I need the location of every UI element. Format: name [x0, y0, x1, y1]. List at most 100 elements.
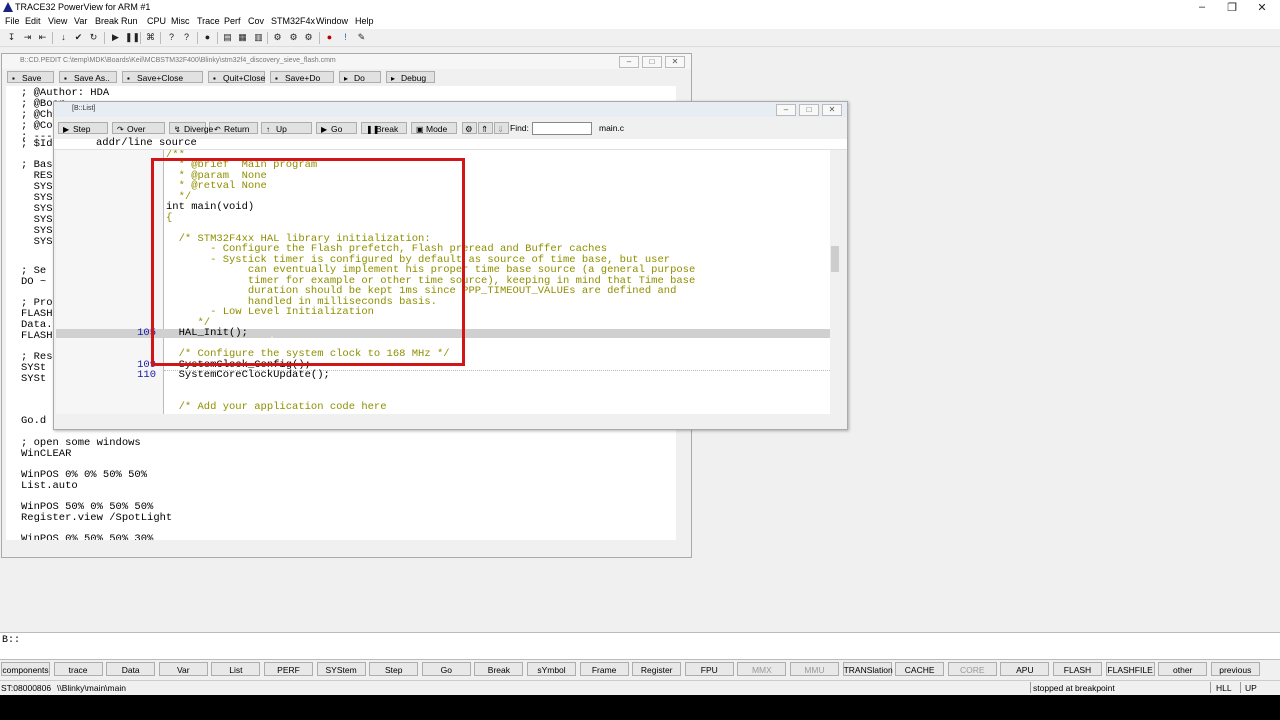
- minimize-icon[interactable]: –: [1192, 1, 1212, 13]
- softkey-symbol[interactable]: sYmbol: [527, 662, 576, 676]
- list-settings-icon[interactable]: ⚙: [462, 122, 477, 134]
- step-into-icon[interactable]: ↧: [6, 32, 17, 43]
- status-separator: [1030, 682, 1031, 693]
- softkey-register[interactable]: Register: [632, 662, 682, 676]
- help-context-icon[interactable]: ?: [181, 32, 192, 43]
- menu-window[interactable]: Window: [316, 16, 348, 26]
- list-minimize-icon[interactable]: –: [776, 104, 796, 116]
- softkey-previous[interactable]: previous: [1210, 662, 1260, 676]
- list-diverge-button[interactable]: ↯ Diverge: [169, 122, 213, 134]
- button-label: Break: [376, 124, 399, 134]
- line-number[interactable]: 110: [56, 370, 156, 381]
- edit-save-button[interactable]: ▪ Save: [7, 71, 54, 83]
- list-go-button[interactable]: ▶ Go: [316, 122, 357, 134]
- edit-save-as-button[interactable]: ▪ Save As..: [59, 71, 117, 83]
- find-input[interactable]: [532, 122, 592, 135]
- menu-edit[interactable]: Edit: [25, 16, 41, 26]
- line-number[interactable]: 105: [56, 328, 156, 339]
- step-over-icon[interactable]: ⇥: [22, 32, 33, 43]
- command-line[interactable]: B::: [0, 632, 1280, 660]
- softkey-apu[interactable]: APU: [1000, 662, 1050, 676]
- edit-debug-button[interactable]: ▸ Debug: [386, 71, 435, 83]
- menu-cov[interactable]: Cov: [248, 16, 264, 26]
- menu-var[interactable]: Var: [74, 16, 87, 26]
- softkey-cache[interactable]: CACHE: [895, 662, 945, 676]
- softkey-flashfile[interactable]: FLASHFILE: [1105, 662, 1155, 676]
- softkey-components[interactable]: components: [1, 662, 50, 676]
- help-icon[interactable]: ?: [166, 32, 177, 43]
- softkey-break[interactable]: Break: [474, 662, 524, 676]
- softkey-other[interactable]: other: [1158, 662, 1208, 676]
- list-step-button[interactable]: ▶ Step: [58, 122, 108, 134]
- debug-icon[interactable]: ⌘: [145, 32, 156, 43]
- source-line[interactable]: SystemCoreClockUpdate();: [166, 370, 330, 381]
- restore-icon[interactable]: ❐: [1222, 1, 1242, 14]
- softkey-translation[interactable]: TRANSlation: [842, 662, 893, 676]
- list-hscrollbar[interactable]: [162, 415, 830, 423]
- menu-break[interactable]: Break: [95, 16, 119, 26]
- break-icon[interactable]: ❚❚: [125, 32, 140, 43]
- pedit-hscrollbar[interactable]: [6, 541, 676, 549]
- bulb-icon[interactable]: !: [340, 32, 351, 43]
- softkey-go[interactable]: Go: [421, 662, 471, 676]
- list-titlebar[interactable]: [B::List] – □ ✕: [54, 102, 847, 117]
- menu-help[interactable]: Help: [355, 16, 374, 26]
- menu-run[interactable]: Run: [121, 16, 138, 26]
- menu-misc[interactable]: Misc: [171, 16, 190, 26]
- list-close-icon[interactable]: ✕: [822, 104, 842, 116]
- edit-quit-close-button[interactable]: ▪ Quit+Close: [208, 71, 265, 83]
- softkey-fpu[interactable]: FPU: [684, 662, 734, 676]
- step-return-icon[interactable]: ⇤: [37, 32, 48, 43]
- gear2-icon[interactable]: ⚙: [288, 32, 299, 43]
- list-over-button[interactable]: ↷ Over: [112, 122, 165, 134]
- softkey-flash[interactable]: FLASH: [1053, 662, 1102, 676]
- softkey-mmu[interactable]: MMU: [790, 662, 839, 676]
- menu-stm32f4x[interactable]: STM32F4x: [271, 16, 315, 26]
- menu-cpu[interactable]: CPU: [147, 16, 166, 26]
- go-icon[interactable]: ▶: [110, 32, 121, 43]
- list-down-icon[interactable]: ⇓: [494, 122, 509, 134]
- softkey-data[interactable]: Data: [106, 662, 156, 676]
- edit-save-do-button[interactable]: ▪ Save+Do: [270, 71, 334, 83]
- gear3-icon[interactable]: ⚙: [303, 32, 314, 43]
- circle-icon[interactable]: ●: [202, 32, 213, 43]
- list-up-button[interactable]: ↑ Up: [261, 122, 312, 134]
- menu-view[interactable]: View: [48, 16, 67, 26]
- list-return-button[interactable]: ↶ Return: [209, 122, 258, 134]
- edit-do-button[interactable]: ▸ Do: [339, 71, 381, 83]
- pedit-minimize-icon[interactable]: –: [619, 56, 639, 68]
- softkey-system[interactable]: SYStem: [316, 662, 366, 676]
- stop-icon[interactable]: ●: [324, 32, 335, 43]
- wrench-icon[interactable]: ✎: [356, 32, 367, 43]
- softkey-mmx[interactable]: MMX: [737, 662, 787, 676]
- memory-icon[interactable]: ▦: [237, 32, 248, 43]
- list-up-icon[interactable]: ⇑: [478, 122, 493, 134]
- softkey-step[interactable]: Step: [369, 662, 419, 676]
- list-vscrollbar[interactable]: [830, 150, 840, 414]
- close-icon[interactable]: ✕: [1252, 1, 1272, 14]
- gear-icon[interactable]: ⚙: [272, 32, 283, 43]
- softkey-perf[interactable]: PERF: [264, 662, 313, 676]
- list-maximize-icon[interactable]: □: [799, 104, 819, 116]
- pedit-maximize-icon[interactable]: □: [642, 56, 662, 68]
- softkey-trace[interactable]: trace: [53, 662, 103, 676]
- list-mode-button[interactable]: ▣ Mode: [411, 122, 457, 134]
- softkey-core[interactable]: CORE: [947, 662, 997, 676]
- list-vscroll-thumb[interactable]: [831, 246, 839, 272]
- register-icon[interactable]: ▥: [253, 32, 264, 43]
- redo-icon[interactable]: ↻: [88, 32, 99, 43]
- edit-save-close-button[interactable]: ▪ Save+Close: [122, 71, 203, 83]
- down-icon[interactable]: ↓: [58, 32, 69, 43]
- softkey-list[interactable]: List: [211, 662, 261, 676]
- check-icon[interactable]: ✔: [73, 32, 84, 43]
- menu-perf[interactable]: Perf: [224, 16, 241, 26]
- softkey-var[interactable]: Var: [158, 662, 208, 676]
- pedit-titlebar[interactable]: B::CD.PEDIT C:\temp\MDK\Boards\Keil\MCBS…: [2, 54, 691, 69]
- pedit-close-icon[interactable]: ✕: [665, 56, 685, 68]
- list-icon[interactable]: ▤: [222, 32, 233, 43]
- menu-trace[interactable]: Trace: [197, 16, 220, 26]
- list-break-button[interactable]: ❚❚Break: [361, 122, 407, 134]
- menu-file[interactable]: File: [5, 16, 20, 26]
- source-line[interactable]: /* Add your application code here: [166, 402, 387, 413]
- softkey-frame[interactable]: Frame: [579, 662, 629, 676]
